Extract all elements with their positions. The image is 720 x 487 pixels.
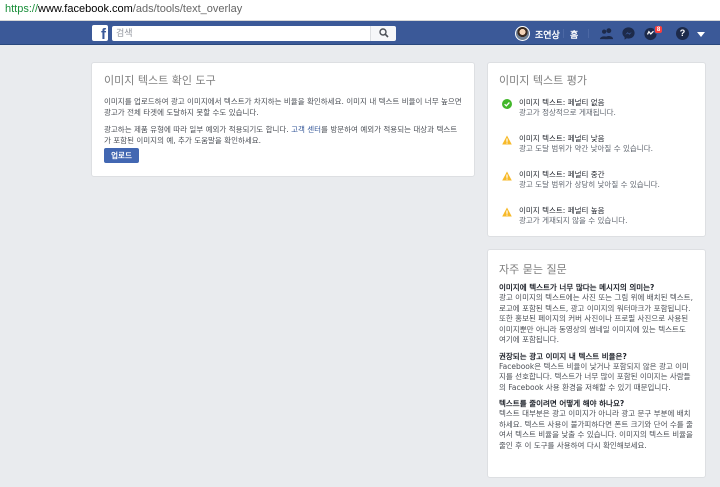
faq-question: 이미지에 텍스트가 너무 많다는 메시지의 의미는? (499, 283, 655, 292)
tool-exceptions-note: 광고하는 제품 유형에 따라 일부 예외가 적용되기도 합니다. 고객 센터를 … (104, 125, 462, 146)
warning-icon (502, 207, 512, 217)
facebook-logo[interactable]: f (92, 25, 108, 43)
tool-title: 이미지 텍스트 확인 도구 (104, 74, 216, 87)
upload-button[interactable]: 업로드 (104, 148, 139, 163)
rating-item-title: 이미지 텍스트: 페널티 낮음 (519, 134, 605, 143)
rating-item-desc: 광고가 정상적으로 게재됩니다. (519, 108, 616, 117)
rating-item-title: 이미지 텍스트: 페널티 높음 (519, 206, 605, 215)
faq-title: 자주 묻는 질문 (499, 263, 567, 276)
facebook-logo-letter: f (101, 26, 106, 43)
rating-item: 이미지 텍스트: 페널티 중간 광고 도달 범위가 상당히 낮아질 수 있습니다… (499, 168, 694, 204)
url-scheme: https:// (5, 3, 39, 15)
nav-divider (588, 29, 589, 38)
nav-divider (563, 29, 564, 38)
faq-question: 권장되는 광고 이미지 내 텍스트 비율은? (499, 351, 627, 361)
facebook-top-bar: f 조연상 홈 8 ? (0, 21, 720, 45)
image-text-check-card: 이미지 텍스트 확인 도구 이미지를 업로드하여 광고 이미지에서 텍스트가 차… (91, 62, 475, 177)
rating-item: 이미지 텍스트: 페널티 없음 광고가 정상적으로 게재됩니다. (499, 96, 694, 132)
search-icon (379, 28, 389, 38)
faq-question: 텍스트를 줄이려면 어떻게 해야 하나요? (499, 399, 625, 408)
help-icon[interactable]: ? (676, 27, 689, 40)
rating-item: 이미지 텍스트: 페널티 낮음 광고 도달 범위가 약간 낮아질 수 있습니다. (499, 132, 694, 168)
rating-item-desc: 광고가 게재되지 않을 수 있습니다. (519, 216, 628, 225)
url-path: /ads/tools/text_overlay (132, 3, 243, 15)
faq-answer: Facebook은 텍스트 비율이 낮거나 포함되지 않은 광고 이미지를 선호… (499, 361, 691, 392)
messenger-icon[interactable] (621, 26, 636, 41)
help-center-link[interactable]: 고객 센터 (291, 125, 321, 134)
browser-address-bar[interactable]: https://www.facebook.com/ads/tools/text_… (0, 0, 720, 21)
exceptions-text-before: 광고하는 제품 유형에 따라 일부 예외가 적용되기도 합니다. (104, 125, 292, 134)
notification-count-badge: 8 (654, 25, 663, 34)
home-link[interactable]: 홈 (570, 28, 578, 41)
warning-icon (502, 135, 512, 145)
tool-description: 이미지를 업로드하여 광고 이미지에서 텍스트가 차지하는 비율을 확인하세요.… (104, 97, 462, 117)
rating-item-title: 이미지 텍스트: 페널티 중간 (519, 170, 605, 179)
faq-answer: 광고 이미지의 텍스트에는 사진 또는 그림 위에 배치된 텍스트, 로고에 포… (499, 293, 693, 344)
search-box[interactable] (112, 26, 370, 41)
faq-card: 자주 묻는 질문 이미지에 텍스트가 너무 많다는 메시지의 의미는? 광고 이… (487, 249, 706, 478)
rating-item-desc: 광고 도달 범위가 상당히 낮아질 수 있습니다. (519, 180, 660, 189)
faq-answer: 텍스트 대부분은 광고 이미지가 아니라 광고 문구 부분에 배치하세요. 텍스… (499, 409, 693, 450)
profile-name-link[interactable]: 조연상 (535, 28, 560, 41)
rating-item-desc: 광고 도달 범위가 약간 낮아질 수 있습니다. (519, 144, 653, 153)
friends-icon[interactable] (599, 26, 614, 41)
warning-icon (502, 171, 512, 181)
rating-item-title: 이미지 텍스트: 페널티 없음 (519, 98, 605, 107)
search-button[interactable] (370, 26, 396, 41)
check-circle-icon (502, 99, 512, 109)
image-text-rating-card: 이미지 텍스트 평가 이미지 텍스트: 페널티 없음 광고가 정상적으로 게재됩… (487, 62, 706, 237)
rating-item: 이미지 텍스트: 페널티 높음 광고가 게재되지 않을 수 있습니다. (499, 204, 694, 240)
search-input[interactable] (116, 26, 370, 41)
caret-down-icon[interactable] (697, 32, 705, 37)
url-host: www.facebook.com (38, 3, 133, 15)
address-url[interactable]: https://www.facebook.com/ads/tools/text_… (5, 3, 242, 15)
avatar[interactable] (515, 26, 530, 41)
rating-title: 이미지 텍스트 평가 (499, 74, 587, 87)
